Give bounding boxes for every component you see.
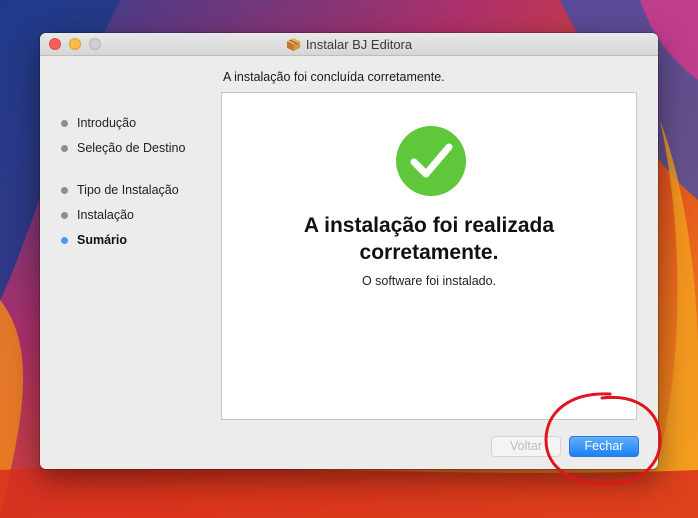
step-bullet-icon [61,187,68,194]
close-button[interactable]: Fechar [569,436,639,457]
status-header: A instalação foi concluída corretamente. [223,70,445,84]
back-button[interactable]: Voltar [491,436,561,457]
content-panel: A instalação foi realizada corretamente.… [221,92,637,420]
installer-steps: Introdução Seleção de Destino Tipo de In… [60,115,230,257]
step-label: Sumário [77,233,128,247]
step-label: Seleção de Destino [77,141,186,155]
success-message: O software foi instalado. [361,274,497,288]
success-headline: A instalação foi realizada corretamente. [303,214,555,264]
checkmark-circle-icon [396,126,466,196]
step-selecao-destino: Seleção de Destino [60,140,230,165]
step-label: Tipo de Instalação [77,183,179,197]
step-active-bullet-icon [61,237,68,244]
step-sumario: Sumário [60,232,230,257]
window-title-group: Instalar BJ Editora [40,33,658,55]
installer-window: Instalar BJ Editora A instalação foi con… [40,33,658,469]
step-instalacao: Instalação [60,207,230,232]
step-bullet-icon [61,212,68,219]
package-icon [286,37,300,51]
step-tipo-instalacao: Tipo de Instalação [60,182,230,207]
step-bullet-icon [61,145,68,152]
step-bullet-icon [61,120,68,127]
window-title: Instalar BJ Editora [305,36,413,52]
step-label: Instalação [77,208,134,222]
step-label: Introdução [77,116,137,130]
step-introducao: Introdução [60,115,230,140]
title-bar[interactable]: Instalar BJ Editora [40,33,658,56]
